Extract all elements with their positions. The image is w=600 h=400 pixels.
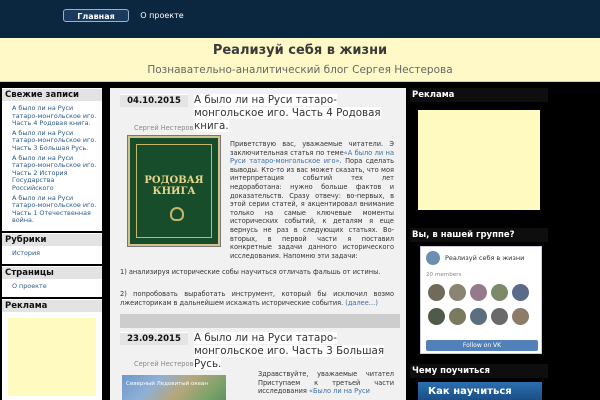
vk-group-widget: Реализуй себя в жизни 20 members Follow … <box>420 246 542 354</box>
rubrics-title: Рубрики <box>2 233 102 246</box>
post-author[interactable]: Сергей Нестеров <box>134 124 193 132</box>
book-cover-title: РОДОВАЯ КНИГА <box>144 175 204 197</box>
ad-slot-left[interactable] <box>2 312 102 400</box>
post-excerpt-item: 1) анализируя исторические собы научитьс… <box>120 268 381 276</box>
ad-slot-right[interactable] <box>418 110 540 210</box>
post-divider <box>120 314 400 328</box>
member-avatar[interactable] <box>491 308 508 325</box>
recent-post-link[interactable]: А было ли на Руси татаро-монгольское иго… <box>12 129 98 153</box>
recent-posts-list: А было ли на Руси татаро-монгольское иго… <box>2 101 102 231</box>
post-title-link[interactable]: А было ли на Руси татаро-монгольское иго… <box>194 94 404 133</box>
member-avatar[interactable] <box>491 284 508 301</box>
recent-post-link[interactable]: А было ли на Руси татаро-монгольское иго… <box>12 154 98 193</box>
member-avatar[interactable] <box>449 284 466 301</box>
post-image[interactable]: РОДОВАЯ КНИГА <box>128 136 220 246</box>
member-avatar[interactable] <box>512 284 529 301</box>
post-excerpt: Приветствую вас, уважаемые читатели. Э з… <box>230 140 395 260</box>
member-avatar[interactable] <box>470 284 487 301</box>
recent-post-link[interactable]: А было ли на Руси татаро-монгольское иго… <box>12 194 98 225</box>
recent-post-link[interactable]: А было ли на Руси татаро-монгольское иго… <box>12 104 98 128</box>
site-title[interactable]: Реализуй себя в жизни <box>0 43 600 58</box>
site-subtitle: Познавательно-аналитический блог Сергея … <box>147 64 453 76</box>
read-more-link[interactable]: (далее…) <box>345 299 378 307</box>
ads-title-left: Реклама <box>2 299 102 312</box>
rubrics-list: История <box>2 246 102 264</box>
vk-members-grid <box>426 283 538 331</box>
post-title-link[interactable]: А было ли на Руси татаро-монгольское иго… <box>194 332 404 371</box>
series-link[interactable]: «Было ли на Руси <box>309 387 370 395</box>
vk-members-count: 20 members <box>426 272 462 278</box>
post-date: 04.10.2015 <box>120 94 188 107</box>
post-date: 23.09.2015 <box>120 332 188 345</box>
pages-list: О проекте <box>2 279 102 297</box>
site-header: Реализуй себя в жизни Познавательно-анал… <box>0 38 600 82</box>
main-content: 04.10.2015 А было ли на Руси татаро-монг… <box>110 88 406 400</box>
member-avatar[interactable] <box>428 308 445 325</box>
member-avatar[interactable] <box>428 284 445 301</box>
member-avatar[interactable] <box>470 308 487 325</box>
post-author[interactable]: Сергей Нестеров <box>134 360 193 368</box>
top-nav: Главная О проекте <box>0 0 600 38</box>
group-avatar-icon[interactable] <box>426 251 440 265</box>
post-excerpt: Здравствуйте, уважаемые читател Приступа… <box>258 370 394 396</box>
page-link[interactable]: О проекте <box>12 282 98 291</box>
learn-banner[interactable]: Как научиться <box>418 382 542 400</box>
ornament-icon <box>170 207 184 221</box>
member-avatar[interactable] <box>449 308 466 325</box>
pages-title: Страницы <box>2 266 102 279</box>
nav-home-button[interactable]: Главная <box>63 9 129 22</box>
vk-widget-title: Вы, в нашей группе? <box>410 228 548 242</box>
vk-follow-button[interactable]: Follow on VK <box>426 340 538 351</box>
rubric-link[interactable]: История <box>12 249 98 258</box>
right-sidebar: Реклама Вы, в нашей группе? Реализуй себ… <box>410 88 548 400</box>
map-label: Северный Ледовитый океан <box>126 381 209 387</box>
vk-group-name[interactable]: Реализуй себя в жизни <box>445 254 524 262</box>
nav-about-link[interactable]: О проекте <box>140 9 184 22</box>
ads-title-right: Реклама <box>410 88 548 102</box>
member-avatar[interactable] <box>512 308 529 325</box>
learn-widget-title: Чему поучиться <box>410 364 548 378</box>
post: 04.10.2015 А было ли на Руси татаро-монг… <box>120 94 398 314</box>
left-sidebar: Свежие записи А было ли на Руси татаро-м… <box>2 88 102 400</box>
book-cover-frame: РОДОВАЯ КНИГА <box>136 144 212 238</box>
post-excerpt-item: 2) попробовать выработать инструмент, ко… <box>120 290 394 307</box>
post-map-image[interactable]: Северный Ледовитый океан <box>122 375 226 400</box>
recent-posts-title: Свежие записи <box>2 88 102 101</box>
